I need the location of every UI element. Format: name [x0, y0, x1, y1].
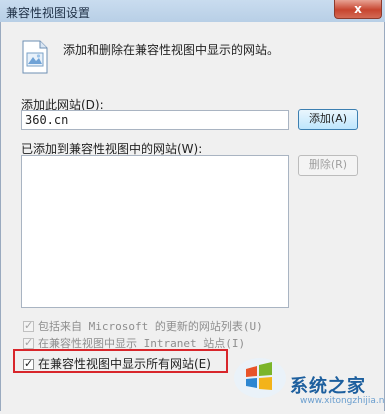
add-button[interactable]: 添加(A) — [298, 109, 358, 130]
close-button[interactable]: x — [334, 0, 382, 19]
add-site-input[interactable]: 360.cn — [21, 110, 289, 130]
checkbox[interactable] — [23, 336, 34, 350]
option-label: 在兼容性视图中显示所有网站(E) — [38, 357, 211, 371]
intro-text: 添加和删除在兼容性视图中显示的网站。 — [63, 43, 280, 57]
checkbox[interactable] — [23, 357, 34, 371]
option-all-sites[interactable]: 在兼容性视图中显示所有网站(E) — [23, 355, 211, 372]
checkbox[interactable] — [23, 319, 34, 333]
option-label: 包括来自 Microsoft 的更新的网站列表(U) — [38, 320, 263, 333]
website-icon — [21, 40, 49, 74]
title-bar: 兼容性视图设置 x — [0, 0, 385, 22]
watermark-text: 系统之家 — [290, 376, 366, 397]
option-microsoft-list[interactable]: 包括来自 Microsoft 的更新的网站列表(U) — [23, 318, 263, 334]
watermark-url: www.xitongzhijia.net — [300, 396, 385, 406]
site-list[interactable] — [21, 155, 289, 308]
remove-button[interactable]: 删除(R) — [298, 155, 358, 176]
window-title: 兼容性视图设置 — [6, 6, 91, 20]
